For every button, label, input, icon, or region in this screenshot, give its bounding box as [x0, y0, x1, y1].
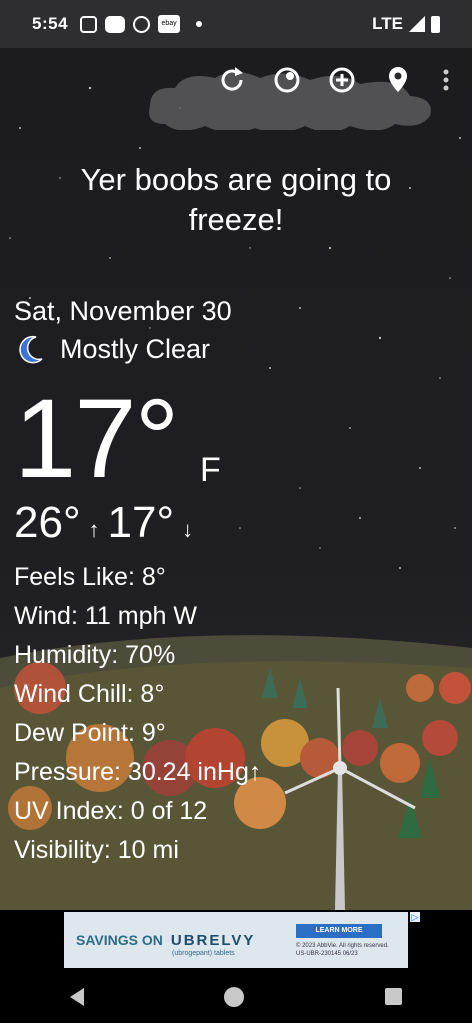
- date-label: Sat, November 30: [14, 296, 232, 326]
- high-arrow-icon: ↑: [88, 517, 100, 542]
- add-location-button[interactable]: [324, 62, 360, 98]
- recents-button[interactable]: [384, 988, 402, 1005]
- alarm-icon: [133, 15, 151, 33]
- weather-screen: 5:54 ebay LTE Yer boobs are going to fre…: [0, 0, 472, 1023]
- navigation-bar: [0, 970, 472, 1023]
- sky-background: Yer boobs are going to freeze! Sat, Nove…: [0, 48, 472, 910]
- theme-button[interactable]: [269, 62, 305, 98]
- ebay-icon: ebay: [158, 15, 181, 33]
- home-button[interactable]: [224, 986, 245, 1007]
- condition-label: Mostly Clear: [60, 333, 211, 364]
- location-button[interactable]: [380, 62, 416, 98]
- top-toolbar: [0, 62, 472, 102]
- palette-icon: [274, 67, 300, 93]
- low-temp: 17°: [107, 498, 175, 547]
- ad-brand: UBRELVY: [170, 931, 256, 949]
- add-circle-icon: [329, 67, 355, 93]
- high-temp: 26°: [14, 498, 81, 547]
- ad-legal-2: US-UBR-230145 06/23: [296, 951, 358, 957]
- instagram-icon: [80, 15, 98, 33]
- notification-dot-icon: [196, 21, 203, 27]
- refresh-icon: [221, 67, 243, 91]
- battery-icon: [431, 15, 440, 33]
- signal-icon: [409, 16, 425, 32]
- detail-pressure: Pressure: 30.24 inHg↑: [14, 758, 262, 786]
- ad-content[interactable]: SAVINGS ON UBRELVY (ubrogepant) tablets …: [64, 912, 408, 968]
- ad-legal-1: © 2023 AbbVie. All rights reserved.: [296, 943, 389, 949]
- adchoices-icon[interactable]: ▷: [410, 912, 420, 922]
- weather-quip: Yer boobs are going to freeze!: [80, 162, 392, 237]
- ad-learn-more-button[interactable]: LEARN MORE: [296, 924, 382, 938]
- detail-uv-index: UV Index: 0 of 12: [14, 797, 208, 825]
- detail-wind: Wind: 11 mph W: [14, 602, 197, 630]
- youtube-icon: [105, 15, 126, 33]
- detail-humidity: Humidity: 70%: [14, 641, 176, 669]
- refresh-button[interactable]: [214, 62, 250, 98]
- high-low: 26° ↑ 17° ↓: [14, 498, 193, 548]
- current-temperature: 17°: [14, 376, 179, 501]
- location-pin-icon: [389, 67, 407, 92]
- status-bar: 5:54 ebay LTE: [0, 0, 472, 48]
- back-button[interactable]: [70, 987, 85, 1006]
- temperature-unit: F: [200, 451, 221, 489]
- detail-visibility: Visibility: 10 mi: [14, 836, 179, 864]
- more-vert-icon: [443, 69, 449, 91]
- low-arrow-icon: ↓: [182, 517, 194, 542]
- detail-dew-point: Dew Point: 9°: [14, 719, 166, 747]
- more-options-button[interactable]: [428, 62, 464, 98]
- ad-sub: (ubrogepant) tablets: [172, 950, 235, 957]
- detail-feels-like: Feels Like: 8°: [14, 563, 166, 591]
- weather-details: Feels Like: 8° Wind: 11 mph W Humidity: …: [14, 558, 261, 870]
- ad-banner[interactable]: SAVINGS ON UBRELVY (ubrogepant) tablets …: [0, 910, 472, 970]
- moon-icon: [19, 335, 43, 364]
- ad-headline: SAVINGS ON: [76, 932, 163, 948]
- network-label: LTE: [372, 14, 403, 33]
- current-info: Sat, November 30 Mostly Clear: [14, 296, 232, 365]
- status-time: 5:54: [32, 14, 69, 33]
- detail-wind-chill: Wind Chill: 8°: [14, 680, 165, 708]
